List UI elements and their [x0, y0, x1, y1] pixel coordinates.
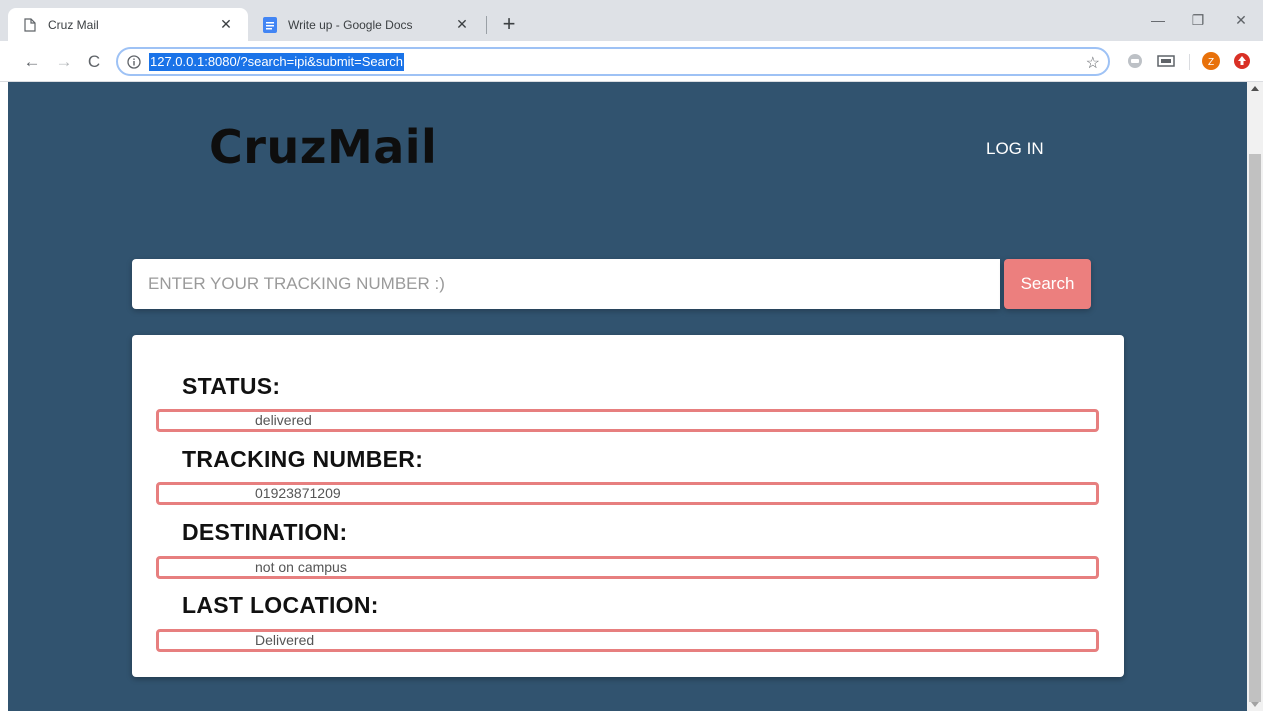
status-value: delivered	[156, 409, 1099, 432]
destination-value: not on campus	[156, 556, 1099, 579]
address-url: 127.0.0.1:8080/?search=ipi&submit=Search	[149, 52, 404, 71]
toolbar-separator	[1189, 54, 1190, 70]
tab-title: Write up - Google Docs	[288, 17, 413, 32]
destination-label: DESTINATION:	[182, 519, 348, 545]
tracking-number-input[interactable]	[132, 259, 1000, 309]
page-icon	[22, 17, 38, 33]
browser-tab-strip: Cruz Mail ✕ Write up - Google Docs ✕ + —…	[0, 0, 1263, 41]
site-logo[interactable]: CruzMail	[209, 120, 437, 174]
restore-button[interactable]: ❐	[1176, 8, 1220, 32]
new-tab-button[interactable]: +	[497, 11, 521, 36]
tab-google-docs[interactable]: Write up - Google Docs ✕	[252, 8, 484, 41]
arrow-left-icon: ←	[23, 52, 41, 71]
status-label: STATUS:	[182, 373, 281, 399]
scrollbar-thumb[interactable]	[1249, 154, 1261, 702]
profile-initial: Z	[1208, 57, 1214, 68]
tracking-result-card: STATUS: delivered TRACKING NUMBER: 01923…	[132, 335, 1124, 677]
tab-separator	[486, 16, 487, 34]
tab-cruz-mail[interactable]: Cruz Mail ✕	[8, 8, 248, 41]
bookmark-star-icon[interactable]: ☆	[1086, 53, 1100, 73]
back-button[interactable]: ←	[20, 50, 44, 74]
minimize-button[interactable]: —	[1136, 8, 1180, 32]
tracking-number-label: TRACKING NUMBER:	[182, 446, 424, 472]
search-button[interactable]: Search	[1004, 259, 1091, 309]
reload-icon: C	[87, 52, 101, 71]
update-icon[interactable]	[1233, 52, 1251, 70]
close-window-button[interactable]: ✕	[1219, 8, 1263, 32]
scroll-up-arrow-icon[interactable]	[1251, 86, 1259, 91]
login-link[interactable]: LOG IN	[986, 139, 1044, 159]
forward-button[interactable]: →	[52, 50, 76, 74]
tracking-number-value: 01923871209	[156, 482, 1099, 505]
close-tab-icon[interactable]: ✕	[216, 15, 236, 35]
extension-icon[interactable]	[1126, 52, 1144, 70]
last-location-label: LAST LOCATION:	[182, 592, 379, 618]
tab-title: Cruz Mail	[48, 17, 99, 32]
cast-icon[interactable]	[1157, 52, 1175, 70]
arrow-right-icon: →	[55, 52, 73, 71]
scroll-down-arrow-icon[interactable]	[1251, 702, 1259, 707]
browser-toolbar: ← → C 127.0.0.1:8080/?search=ipi&submit=…	[0, 41, 1263, 82]
page-scrollbar[interactable]	[1247, 82, 1263, 711]
reload-button[interactable]: C	[82, 50, 106, 74]
google-docs-icon	[262, 16, 278, 33]
info-icon[interactable]	[126, 54, 142, 70]
profile-avatar[interactable]: Z	[1202, 52, 1220, 70]
page-viewport: CruzMail LOG IN Search STATUS: delivered…	[8, 82, 1247, 711]
close-tab-icon[interactable]: ✕	[452, 15, 472, 35]
address-bar[interactable]: 127.0.0.1:8080/?search=ipi&submit=Search…	[116, 47, 1110, 76]
last-location-value: Delivered	[156, 629, 1099, 652]
